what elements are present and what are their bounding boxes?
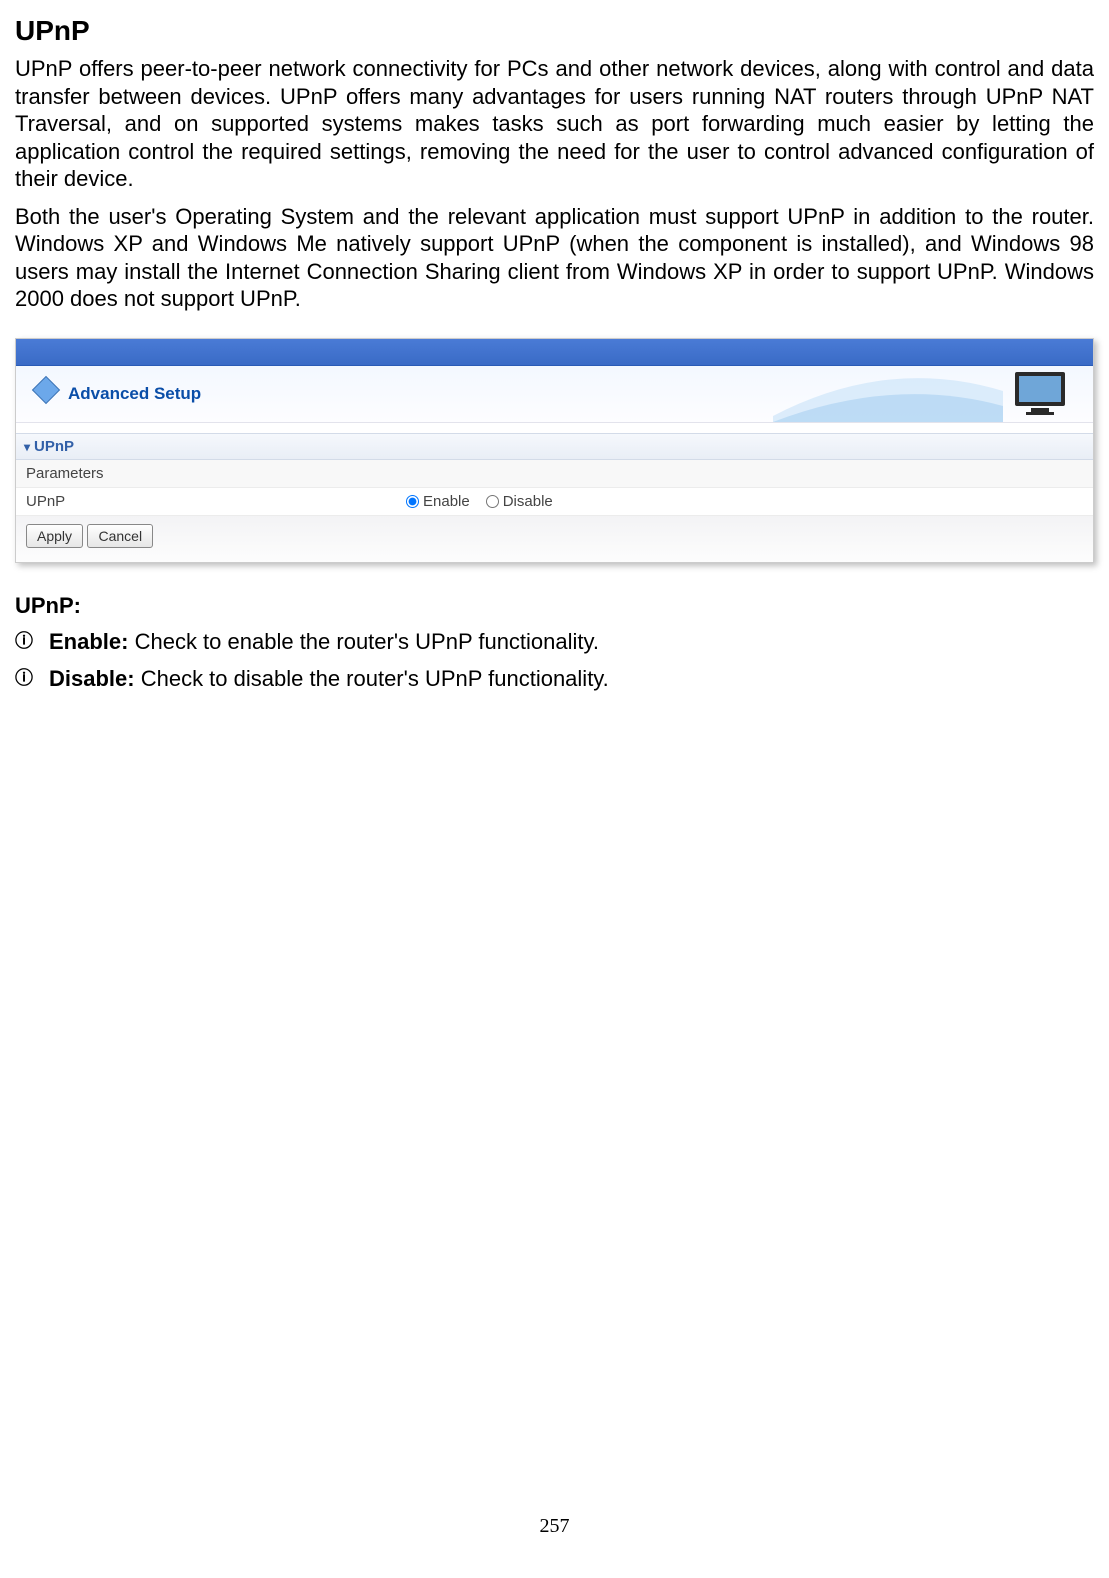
button-row: Apply Cancel [16,516,1093,562]
upnp-subheading: UPnP: [15,593,1094,619]
page-title: UPnP [15,15,1094,47]
radio-disable-label: Disable [503,493,553,510]
upnp-setting-row: UPnP Enable Disable [16,488,1093,516]
decorative-swoosh [773,366,1003,422]
disable-desc: Check to disable the router's UPnP funct… [135,666,609,691]
list-item-enable: Enable: Check to enable the router's UPn… [49,625,1094,658]
page-number: 257 [15,1515,1094,1538]
window-titlebar [16,339,1093,366]
cube-icon [32,375,60,403]
monitor-icon [1009,370,1071,416]
apply-button[interactable]: Apply [26,524,83,548]
list-item-disable: Disable: Check to disable the router's U… [49,662,1094,695]
radio-enable-group[interactable]: Enable [406,493,470,510]
intro-paragraph-1: UPnP offers peer-to-peer network connect… [15,55,1094,193]
enable-label: Enable: [49,629,128,654]
header-banner: Advanced Setup [16,366,1093,423]
radio-disable[interactable] [486,495,499,508]
enable-desc: Check to enable the router's UPnP functi… [128,629,599,654]
section-header-upnp[interactable]: UPnP [16,433,1093,460]
radio-enable[interactable] [406,495,419,508]
cancel-button[interactable]: Cancel [87,524,153,548]
parameters-label: Parameters [26,465,406,482]
upnp-field-label: UPnP [26,493,406,510]
router-ui-screenshot: Advanced Setup UPnP Parameters UPnP Enab… [15,338,1094,563]
disable-label: Disable: [49,666,135,691]
radio-disable-group[interactable]: Disable [486,493,553,510]
parameters-row: Parameters [16,460,1093,488]
intro-paragraph-2: Both the user's Operating System and the… [15,203,1094,313]
radio-enable-label: Enable [423,493,470,510]
info-list: Enable: Check to enable the router's UPn… [15,625,1094,695]
header-title: Advanced Setup [68,384,201,404]
